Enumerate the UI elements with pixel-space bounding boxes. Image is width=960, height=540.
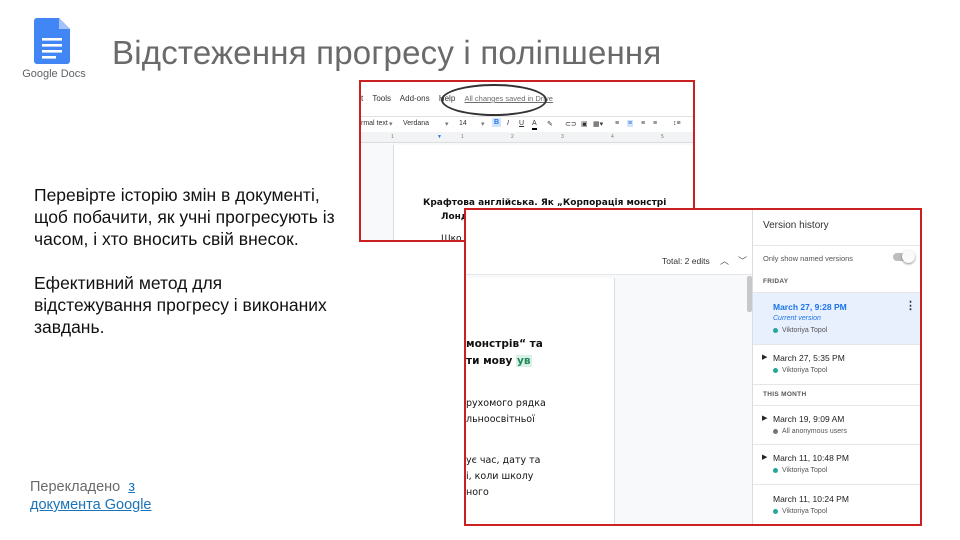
- document-page: монстрів“ та ти мову ув рухомого рядка л…: [466, 278, 615, 524]
- footer-link-part1[interactable]: з: [128, 479, 135, 495]
- highlight-pen-icon[interactable]: ✎: [547, 120, 553, 128]
- font-size-select[interactable]: 14: [459, 120, 467, 127]
- highlight-oval: [441, 84, 547, 116]
- user-name: Viktoriya Topol: [782, 467, 828, 474]
- total-edits: Total: 2 edits: [662, 256, 710, 266]
- user-dot: [773, 428, 778, 434]
- expand-triangle-icon[interactable]: ▶: [762, 414, 767, 422]
- menu-item-addons[interactable]: Add-ons: [400, 94, 430, 103]
- translation-footer: Перекладено з документа Google: [30, 478, 152, 514]
- chevron-down-icon[interactable]: ﹀: [738, 254, 747, 267]
- version-user: Viktoriya Topol: [773, 467, 827, 474]
- ruler-mark: 1: [391, 134, 394, 140]
- google-docs-logo: Google Docs: [18, 18, 90, 84]
- doc-line: Крафтова англійська. Як „Корпорація монс…: [423, 198, 667, 208]
- logo-caption: Google Docs: [22, 68, 86, 80]
- link-icon[interactable]: ⊂⊃: [565, 120, 577, 128]
- chevron-down-icon[interactable]: ▾: [445, 120, 449, 128]
- footer-prefix: Перекладено: [30, 479, 121, 495]
- line-spacing-icon[interactable]: ↕≡: [673, 120, 681, 127]
- text-color-button[interactable]: A: [532, 120, 537, 130]
- user-name: Viktoriya Topol: [782, 327, 828, 334]
- comment-icon[interactable]: ▣: [581, 120, 588, 128]
- user-dot: [773, 467, 778, 473]
- doc-line: і, коли школу: [466, 471, 534, 482]
- style-select[interactable]: rmal text: [361, 120, 388, 127]
- menu-item-t[interactable]: t: [361, 94, 363, 103]
- align-center-icon[interactable]: ≡: [627, 120, 634, 127]
- version-date: March 19, 9:09 AM: [773, 414, 845, 424]
- version-item[interactable]: March 27, 9:28 PM Current version Viktor…: [753, 293, 920, 344]
- ruler-mark: 2: [511, 134, 514, 140]
- align-justify-icon[interactable]: ≡: [653, 120, 657, 127]
- chevron-down-icon[interactable]: ▾: [389, 120, 393, 128]
- user-name: Viktoriya Topol: [782, 367, 828, 374]
- indent-marker-icon[interactable]: ▼: [437, 134, 442, 140]
- divider: [753, 245, 920, 246]
- top-bar: [466, 210, 752, 247]
- user-name: All anonymous users: [782, 428, 847, 435]
- ruler-mark: 3: [561, 134, 564, 140]
- version-user: All anonymous users: [773, 428, 847, 435]
- user-dot: [773, 508, 778, 514]
- font-select[interactable]: Verdana: [403, 120, 429, 127]
- inserted-text-highlight: ув: [516, 355, 532, 367]
- version-user: Viktoriya Topol: [773, 508, 827, 515]
- align-left-icon[interactable]: ≡: [615, 120, 619, 127]
- version-date: March 27, 9:28 PM: [773, 302, 847, 312]
- document-view: Total: 2 edits ︿ ﹀ монстрів“ та ти мову …: [466, 210, 752, 524]
- slide-body: Перевірте історію змін в документі, щоб …: [34, 184, 344, 360]
- body-paragraph-1: Перевірте історію змін в документі, щоб …: [34, 185, 335, 249]
- user-dot: [773, 367, 778, 373]
- toggle-knob[interactable]: [902, 250, 915, 263]
- user-name: Viktoriya Topol: [782, 508, 828, 515]
- align-right-icon[interactable]: ≡: [641, 120, 645, 127]
- user-dot: [773, 327, 778, 333]
- ruler: 1 ▼ 1 2 3 4 5: [361, 132, 693, 143]
- expand-triangle-icon[interactable]: ▶: [762, 353, 767, 361]
- image-icon[interactable]: ▦▾: [593, 120, 603, 128]
- version-item[interactable]: ▶ March 11, 10:48 PM Viktoriya Topol: [753, 445, 920, 484]
- divider: [753, 384, 920, 385]
- group-label: THIS MONTH: [763, 391, 807, 398]
- italic-button[interactable]: I: [507, 120, 509, 127]
- google-docs-icon: [34, 18, 70, 64]
- group-label: FRIDAY: [763, 278, 789, 285]
- version-date: March 27, 5:35 PM: [773, 353, 845, 363]
- bold-button[interactable]: B: [492, 118, 502, 127]
- version-item[interactable]: ▶ March 27, 5:35 PM Viktoriya Topol: [753, 345, 920, 383]
- version-date: March 11, 10:48 PM: [773, 453, 849, 463]
- version-user: Viktoriya Topol: [773, 327, 827, 334]
- version-user: Viktoriya Topol: [773, 367, 827, 374]
- ruler-mark: 4: [611, 134, 614, 140]
- more-vert-icon[interactable]: ⋮: [905, 299, 916, 312]
- footer-link-part2[interactable]: документа Google: [30, 497, 152, 513]
- version-item[interactable]: March 11, 10:24 PM Viktoriya Topol: [753, 485, 920, 524]
- menu-item-tools[interactable]: Tools: [372, 94, 391, 103]
- panel-title: Version history: [763, 220, 829, 231]
- current-version-label: Current version: [773, 315, 821, 322]
- doc-line: ує час, дату та: [466, 455, 541, 466]
- doc-line: ти мову ув: [466, 355, 532, 367]
- underline-button[interactable]: U: [519, 120, 524, 127]
- slide-title: Відстеження прогресу і поліпшення: [112, 34, 662, 71]
- doc-line: рухомого рядка: [466, 398, 546, 409]
- version-item[interactable]: ▶ March 19, 9:09 AM All anonymous users: [753, 406, 920, 444]
- expand-triangle-icon[interactable]: ▶: [762, 453, 767, 461]
- doc-line: монстрів“ та: [466, 338, 543, 350]
- only-named-label: Only show named versions: [763, 254, 854, 263]
- version-date: March 11, 10:24 PM: [773, 494, 849, 504]
- ruler-mark: 5: [661, 134, 664, 140]
- doc-line: льноосвітньої: [466, 414, 535, 425]
- ruler-mark: 1: [461, 134, 464, 140]
- doc-line: ного: [466, 487, 489, 498]
- chevron-up-icon[interactable]: ︿: [720, 254, 729, 267]
- version-history-panel: Version history Only show named versions…: [752, 210, 920, 524]
- body-paragraph-2: Ефективний метод для відстежування прогр…: [34, 273, 327, 337]
- chevron-down-icon[interactable]: ▾: [481, 120, 485, 128]
- doc-line: Шко: [441, 234, 462, 242]
- version-history-screenshot: Total: 2 edits ︿ ﹀ монстрів“ та ти мову …: [464, 208, 922, 526]
- doc-line-text: ти мову: [466, 355, 517, 367]
